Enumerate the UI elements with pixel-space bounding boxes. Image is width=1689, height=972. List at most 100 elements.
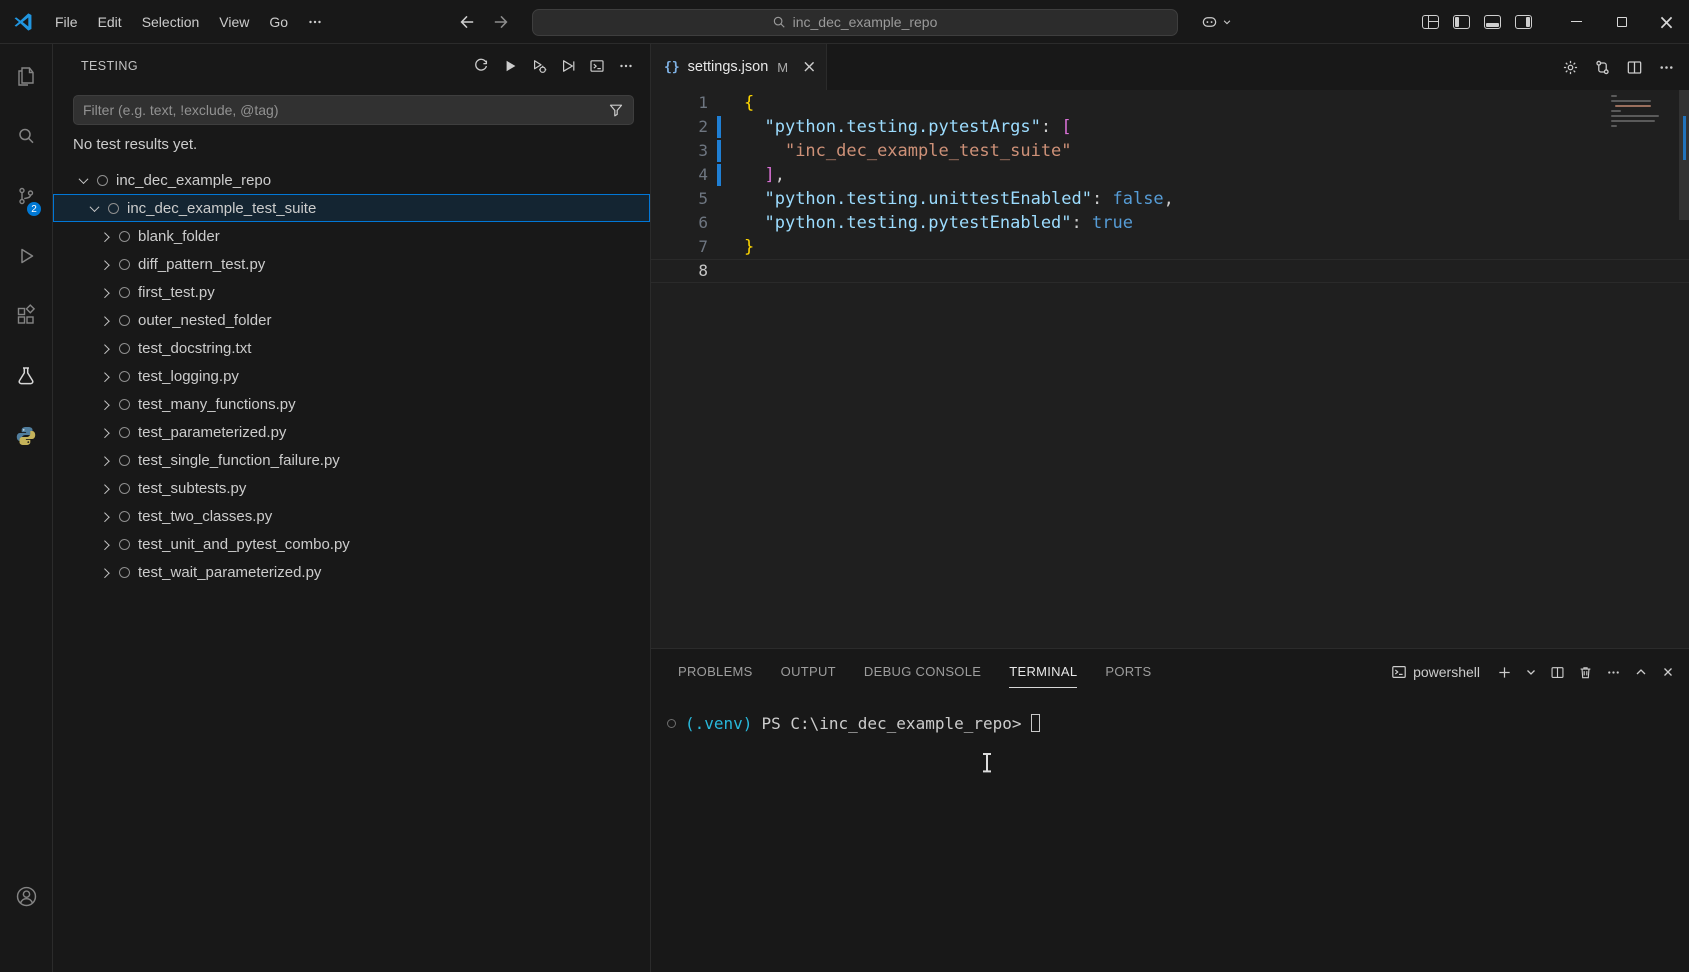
chevron-collapsed-icon[interactable] xyxy=(97,284,113,300)
chevron-collapsed-icon[interactable] xyxy=(97,452,113,468)
close-button[interactable]: × xyxy=(1644,0,1689,44)
forward-arrow-icon[interactable] xyxy=(492,13,510,31)
menu-selection[interactable]: Selection xyxy=(133,9,209,35)
tree-item[interactable]: outer_nested_folder xyxy=(53,306,650,334)
tab-debug-console[interactable]: DEBUG CONSOLE xyxy=(864,649,981,695)
tree-item[interactable]: blank_folder xyxy=(53,222,650,250)
tree-item[interactable]: test_many_functions.py xyxy=(53,390,650,418)
minimap[interactable] xyxy=(1611,95,1673,130)
chevron-collapsed-icon[interactable] xyxy=(97,536,113,552)
chevron-collapsed-icon[interactable] xyxy=(97,396,113,412)
tree-item[interactable]: test_logging.py xyxy=(53,362,650,390)
command-center-search[interactable]: inc_dec_example_repo xyxy=(532,9,1178,36)
chevron-collapsed-icon[interactable] xyxy=(97,228,113,244)
open-settings-ui-icon[interactable] xyxy=(1562,59,1579,76)
tab-terminal[interactable]: TERMINAL xyxy=(1009,649,1077,695)
chevron-collapsed-icon[interactable] xyxy=(97,256,113,272)
code-line-6[interactable]: 6 "python.testing.pytestEnabled": true xyxy=(651,211,1689,235)
toggle-panel-icon[interactable] xyxy=(1484,15,1501,29)
command-decoration-icon xyxy=(667,719,676,728)
chevron-collapsed-icon[interactable] xyxy=(97,368,113,384)
tree-item[interactable]: test_single_function_failure.py xyxy=(53,446,650,474)
chevron-collapsed-icon[interactable] xyxy=(97,480,113,496)
maximize-panel-chevron-up-icon[interactable] xyxy=(1634,665,1648,679)
code-line-4[interactable]: 4 ], xyxy=(651,163,1689,187)
chevron-collapsed-icon[interactable] xyxy=(97,508,113,524)
run-tests-with-coverage-icon[interactable] xyxy=(560,58,576,74)
activitybar-run-debug[interactable] xyxy=(0,226,52,286)
toggle-primary-sidebar-icon[interactable] xyxy=(1453,15,1470,29)
active-terminal-chip[interactable]: powershell xyxy=(1391,664,1480,680)
tree-item[interactable]: test_docstring.txt xyxy=(53,334,650,362)
chevron-expanded-icon[interactable] xyxy=(75,172,91,188)
close-panel-icon[interactable] xyxy=(1661,665,1675,679)
panel-actions: powershell xyxy=(1391,664,1675,680)
tree-item[interactable]: test_two_classes.py xyxy=(53,502,650,530)
chevron-collapsed-icon[interactable] xyxy=(97,340,113,356)
more-actions-icon[interactable] xyxy=(1606,665,1621,680)
code-line-2[interactable]: 2 "python.testing.pytestArgs": [ xyxy=(651,115,1689,139)
tree-item-suite[interactable]: inc_dec_example_test_suite xyxy=(53,194,650,222)
copilot-menu[interactable] xyxy=(1200,13,1232,32)
tab-output[interactable]: OUTPUT xyxy=(781,649,836,695)
terminal-view[interactable]: (.venv) PS C:\inc_dec_example_repo> xyxy=(651,695,1689,972)
tree-item-repo[interactable]: inc_dec_example_repo xyxy=(53,166,650,194)
activitybar-testing[interactable] xyxy=(0,346,52,406)
tab-problems[interactable]: PROBLEMS xyxy=(678,649,753,695)
back-arrow-icon[interactable] xyxy=(458,13,476,31)
run-tests-icon[interactable] xyxy=(502,58,518,74)
minimize-button[interactable] xyxy=(1554,0,1599,44)
tree-item[interactable]: first_test.py xyxy=(53,278,650,306)
more-actions-icon[interactable] xyxy=(618,58,634,74)
activitybar-explorer[interactable] xyxy=(0,46,52,106)
more-actions-icon[interactable] xyxy=(1658,59,1675,76)
toggle-secondary-sidebar-icon[interactable] xyxy=(1515,15,1532,29)
code-line-1[interactable]: 1{ xyxy=(651,91,1689,115)
activitybar-search[interactable] xyxy=(0,106,52,166)
filter-funnel-icon[interactable] xyxy=(608,102,624,118)
activitybar-source-control[interactable]: 2 xyxy=(0,166,52,226)
code-line-7[interactable]: 7} xyxy=(651,235,1689,259)
show-output-icon[interactable] xyxy=(589,58,605,74)
sidebar-title: TESTING xyxy=(81,59,473,73)
tab-settings-json[interactable]: {} settings.json M × xyxy=(651,44,827,90)
tree-item[interactable]: test_subtests.py xyxy=(53,474,650,502)
debug-tests-icon[interactable] xyxy=(531,58,547,74)
kill-terminal-trash-icon[interactable] xyxy=(1578,665,1593,680)
terminal-profile-chevron-icon[interactable] xyxy=(1525,666,1537,678)
chevron-collapsed-icon[interactable] xyxy=(97,312,113,328)
editor-region: {} settings.json M × 1{ 2 "python.testin… xyxy=(651,44,1689,972)
tab-ports[interactable]: PORTS xyxy=(1105,649,1151,695)
tree-item[interactable]: test_parameterized.py xyxy=(53,418,650,446)
chevron-collapsed-icon[interactable] xyxy=(97,564,113,580)
git-compare-icon[interactable] xyxy=(1594,59,1611,76)
menu-file[interactable]: File xyxy=(46,9,87,35)
code-line-5[interactable]: 5 "python.testing.unittestEnabled": fals… xyxy=(651,187,1689,211)
menu-view[interactable]: View xyxy=(210,9,258,35)
chevron-expanded-icon[interactable] xyxy=(86,200,102,216)
editor-tabbar: {} settings.json M × xyxy=(651,44,1689,90)
maximize-button[interactable] xyxy=(1599,0,1644,44)
menu-go[interactable]: Go xyxy=(260,9,297,35)
code-editor[interactable]: 1{ 2 "python.testing.pytestArgs": [ 3 "i… xyxy=(651,90,1689,648)
test-filter-input[interactable] xyxy=(83,102,608,118)
code-line-3[interactable]: 3 "inc_dec_example_test_suite" xyxy=(651,139,1689,163)
activitybar-accounts[interactable] xyxy=(0,882,52,910)
code-line-8[interactable]: 8 xyxy=(651,259,1689,283)
tab-close-icon[interactable]: × xyxy=(802,59,816,76)
split-terminal-icon[interactable] xyxy=(1550,665,1565,680)
menu-edit[interactable]: Edit xyxy=(89,9,131,35)
tree-item[interactable]: test_unit_and_pytest_combo.py xyxy=(53,530,650,558)
new-terminal-icon[interactable] xyxy=(1497,665,1512,680)
tree-item[interactable]: diff_pattern_test.py xyxy=(53,250,650,278)
customize-layout-icon[interactable] xyxy=(1422,15,1439,29)
panel-tabs: PROBLEMS OUTPUT DEBUG CONSOLE TERMINAL P… xyxy=(678,649,1391,695)
activitybar-extensions[interactable] xyxy=(0,286,52,346)
minimize-icon xyxy=(1571,21,1582,22)
menu-more-icon[interactable] xyxy=(299,9,331,35)
activitybar-python[interactable] xyxy=(0,406,52,466)
chevron-collapsed-icon[interactable] xyxy=(97,424,113,440)
tree-item[interactable]: test_wait_parameterized.py xyxy=(53,558,650,586)
refresh-tests-icon[interactable] xyxy=(473,58,489,74)
split-editor-icon[interactable] xyxy=(1626,59,1643,76)
